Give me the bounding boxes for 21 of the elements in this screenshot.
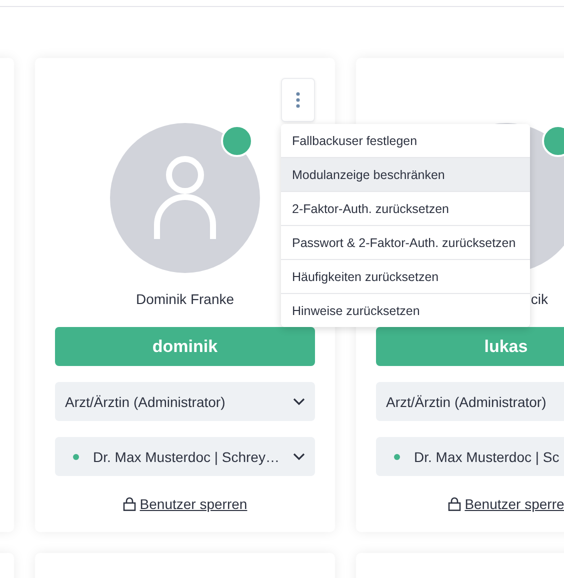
chevron-down-icon <box>293 452 305 460</box>
user-name: Dominik Franke <box>136 291 234 309</box>
role-select[interactable]: Arzt/Ärztin (Administrator) <box>55 382 315 421</box>
lock-user-link[interactable]: Benutzer sperre <box>448 496 564 512</box>
practice-select[interactable]: Dr. Max Musterdoc | Schrey… <box>55 437 315 476</box>
menu-item[interactable]: Fallbackuser festlegen <box>281 124 530 157</box>
menu-item[interactable]: Häufigkeiten zurücksetzen <box>281 259 530 293</box>
menu-item[interactable]: Hinweise zurücksetzen <box>281 293 530 327</box>
more-options-button[interactable] <box>281 78 315 122</box>
role-select[interactable]: Arzt/Ärztin (Administrator) <box>376 382 564 421</box>
user-name: cik <box>530 291 548 309</box>
menu-item[interactable]: Modulanzeige beschränken <box>281 157 530 191</box>
menu-item[interactable]: 2-Faktor-Auth. zurücksetzen <box>281 191 530 225</box>
kebab-icon <box>296 92 300 108</box>
user-icon <box>154 156 216 240</box>
lock-icon <box>122 497 136 511</box>
chevron-down-icon <box>293 398 305 406</box>
practice-select[interactable]: Dr. Max Musterdoc | Sc <box>376 437 564 476</box>
lock-user-link[interactable]: Benutzer sperren <box>122 496 248 512</box>
lock-icon <box>448 497 461 511</box>
menu-item[interactable]: Passwort & 2-Faktor-Auth. zurücksetzen <box>281 225 530 259</box>
